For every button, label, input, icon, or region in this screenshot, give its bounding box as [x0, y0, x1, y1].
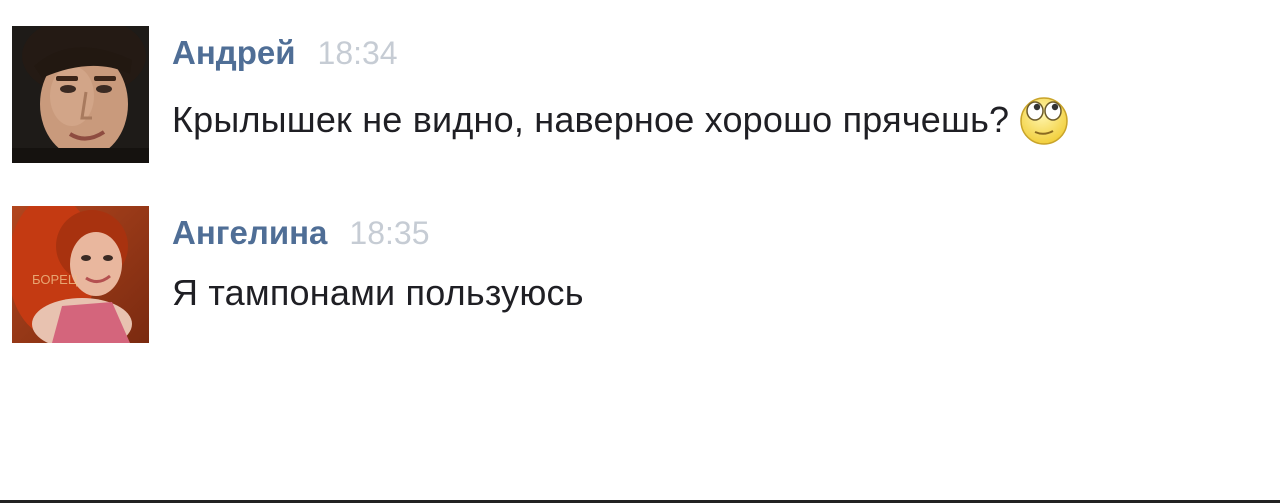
message-text: Я тампонами пользуюсь	[172, 272, 584, 314]
message-time: 18:34	[317, 35, 398, 71]
avatar-photo: БОРЕЦ	[12, 206, 149, 343]
avatar[interactable]	[12, 26, 149, 163]
avatar-photo	[12, 26, 149, 163]
message-item: БОРЕЦ Ангелина 18:35 Я тампонами пользуюс…	[12, 206, 1272, 346]
message-text-content: Крылышек не видно, наверное хорошо пряче…	[172, 99, 1010, 140]
author-name-link[interactable]: Ангелина	[172, 214, 327, 251]
chat-history: Андрей 18:34 Крылышек не видно, наверное …	[0, 0, 1280, 500]
message-time: 18:35	[349, 215, 430, 251]
message-text: Крылышек не видно, наверное хорошо пряче…	[172, 92, 1071, 146]
message-text-content: Я тампонами пользуюсь	[172, 272, 584, 313]
author-name-link[interactable]: Андрей	[172, 34, 296, 71]
rolling-eyes-emoji-icon	[1017, 92, 1071, 146]
message-header: Андрей 18:34	[172, 34, 398, 78]
avatar-watermark: БОРЕЦ	[32, 272, 78, 287]
message-header: Ангелина 18:35	[172, 214, 429, 258]
avatar[interactable]: БОРЕЦ	[12, 206, 149, 343]
message-item: Андрей 18:34 Крылышек не видно, наверное …	[12, 26, 1272, 166]
